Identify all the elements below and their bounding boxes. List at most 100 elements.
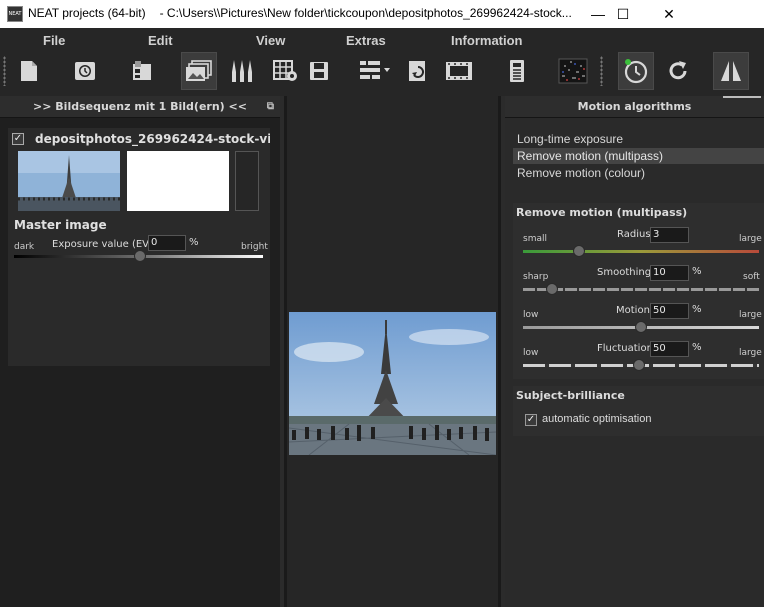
sequence-file-name: depositphotos_269962424-stock-video-p xyxy=(35,132,270,146)
radius-input[interactable]: 3 xyxy=(650,227,689,243)
dark-label: dark xyxy=(14,242,35,252)
auto-process-button[interactable] xyxy=(618,52,654,90)
process-dropdown-icon xyxy=(360,61,390,79)
undock-icon[interactable]: ⧉ xyxy=(267,96,274,118)
new-document-button[interactable] xyxy=(11,52,47,90)
export-button[interactable] xyxy=(400,52,436,90)
video-file-icon xyxy=(133,61,151,80)
radius-min-label: small xyxy=(523,234,547,244)
maximize-button[interactable]: ☐ xyxy=(600,0,646,28)
algorithm-remove-motion-colour[interactable]: Remove motion (colour) xyxy=(513,165,764,181)
sequence-panel-header: >> Bildsequenz mit 1 Bild(ern) << ⧉ xyxy=(0,96,280,118)
motion-input[interactable]: 50 xyxy=(650,303,689,319)
frame-thumbnail-2[interactable] xyxy=(127,151,229,211)
subject-brilliance-section: Subject-brilliance ✓ automatic optimisat… xyxy=(513,386,764,436)
smoothing-slider-handle[interactable] xyxy=(546,283,558,295)
smoothing-input[interactable]: 10 xyxy=(650,265,689,281)
export-icon xyxy=(409,61,425,81)
frame-thumbnail-1[interactable] xyxy=(18,151,120,211)
toolbar-separator xyxy=(600,56,603,86)
save-icon xyxy=(310,62,328,80)
title-bar: NEAT NEAT projects (64-bit) - C:\Users\\P… xyxy=(0,0,764,28)
file-path: - C:\Users\\Pictures\New folder\tickcoup… xyxy=(159,6,572,20)
automatic-optimisation-checkbox[interactable]: ✓ xyxy=(525,414,537,426)
motion-unit: % xyxy=(692,304,702,315)
motion-panel-title: Motion algorithms xyxy=(577,100,692,113)
preview-panel xyxy=(284,96,501,607)
document-icon xyxy=(21,61,37,81)
brushes-icon xyxy=(232,60,252,82)
film-strip-icon xyxy=(446,62,472,80)
radius-label: Radius xyxy=(617,229,651,240)
brushes-button[interactable] xyxy=(224,52,260,90)
image-sequence-panel: >> Bildsequenz mit 1 Bild(ern) << ⧉ ✓ de… xyxy=(0,96,280,607)
algorithm-long-time-exposure[interactable]: Long-time exposure xyxy=(513,131,764,147)
film-strip-button[interactable] xyxy=(441,52,477,90)
menu-edit[interactable]: Edit xyxy=(148,33,173,48)
refresh-button[interactable] xyxy=(660,52,696,90)
settings-button[interactable] xyxy=(268,52,304,90)
exposure-percent: % xyxy=(189,237,199,248)
eiffel-tower-thumbnail xyxy=(18,151,120,211)
open-video-button[interactable] xyxy=(124,52,160,90)
automatic-optimisation-label: automatic optimisation xyxy=(542,413,652,425)
radius-max-label: large xyxy=(739,234,762,244)
smoothing-max-label: soft xyxy=(743,272,760,282)
process-menu-button[interactable] xyxy=(357,52,393,90)
menu-toolbar-area: File Edit View Extras Information xyxy=(0,28,764,96)
multipass-settings-section: Remove motion (multipass) small Radius 3… xyxy=(513,203,764,379)
smoothing-unit: % xyxy=(692,266,702,277)
history-button[interactable] xyxy=(67,52,103,90)
motion-max-label: large xyxy=(739,310,762,320)
menu-view[interactable]: View xyxy=(256,33,285,48)
exposure-slider-handle[interactable] xyxy=(134,250,146,262)
algorithm-remove-motion-multipass[interactable]: Remove motion (multipass) xyxy=(513,148,764,164)
smoothing-min-label: sharp xyxy=(523,272,549,282)
fluctuation-min-label: low xyxy=(523,348,539,358)
window-title: NEAT projects (64-bit) - C:\Users\\Pictur… xyxy=(28,6,572,20)
radius-slider-track[interactable] xyxy=(523,250,759,253)
toolbar-grip xyxy=(3,56,6,86)
fluctuation-slider-handle[interactable] xyxy=(633,359,645,371)
bright-label: bright xyxy=(241,242,268,252)
exposure-value-input[interactable]: 0 xyxy=(148,235,186,251)
smoothing-slider-track[interactable] xyxy=(523,288,759,291)
remote-button[interactable] xyxy=(499,52,535,90)
preview-image xyxy=(289,312,496,455)
open-image-sequence-button[interactable] xyxy=(181,52,217,90)
app-title: NEAT projects (64-bit) xyxy=(28,6,146,20)
close-button[interactable]: ✕ xyxy=(646,0,692,28)
motion-label: Motion xyxy=(616,305,650,316)
sequence-panel-title: >> Bildsequenz mit 1 Bild(ern) << xyxy=(33,100,247,113)
settings-grid-icon xyxy=(273,60,297,81)
fluctuation-label: Fluctuation xyxy=(597,343,653,354)
image-stack-icon xyxy=(186,60,212,81)
history-icon xyxy=(75,62,95,80)
noise-map-button[interactable] xyxy=(555,52,591,90)
menu-information[interactable]: Information xyxy=(451,33,523,48)
algorithm-list: Long-time exposure Remove motion (multip… xyxy=(513,131,764,196)
app-icon: NEAT xyxy=(7,6,23,22)
multipass-section-title: Remove motion (multipass) xyxy=(516,206,688,219)
auto-timer-icon xyxy=(624,59,648,84)
smoothing-label: Smoothing xyxy=(597,267,652,278)
header-accent xyxy=(723,96,761,98)
subject-brilliance-title: Subject-brilliance xyxy=(516,389,625,402)
motion-algorithms-panel: Motion algorithms Long-time exposure Rem… xyxy=(505,96,764,607)
compare-button[interactable] xyxy=(713,52,749,90)
motion-slider-handle[interactable] xyxy=(635,321,647,333)
fluctuation-unit: % xyxy=(692,342,702,353)
fluctuation-input[interactable]: 50 xyxy=(650,341,689,357)
save-button[interactable] xyxy=(301,52,337,90)
motion-panel-header: Motion algorithms xyxy=(505,96,764,118)
file-checkbox[interactable]: ✓ xyxy=(12,133,24,145)
menu-extras[interactable]: Extras xyxy=(346,33,386,48)
refresh-icon xyxy=(669,61,687,80)
menu-file[interactable]: File xyxy=(43,33,65,48)
sequence-file-card: ✓ depositphotos_269962424-stock-video-p … xyxy=(8,128,270,366)
fluctuation-max-label: large xyxy=(739,348,762,358)
compare-icon xyxy=(721,61,741,81)
radius-slider-handle[interactable] xyxy=(573,245,585,257)
frame-thumbnail-3[interactable] xyxy=(235,151,259,211)
remote-icon xyxy=(510,60,524,82)
